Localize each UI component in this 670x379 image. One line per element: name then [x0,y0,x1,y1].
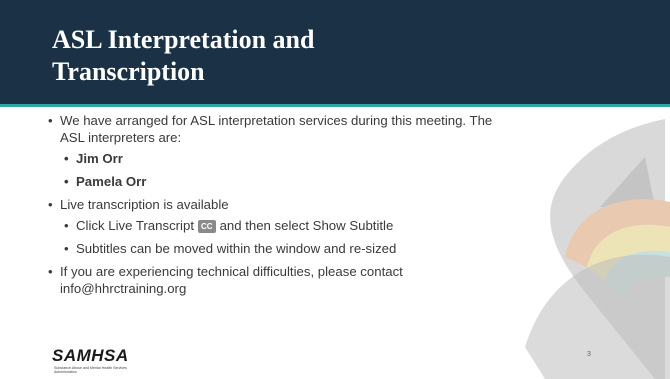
slide: ASL Interpretation and Transcription We … [0,0,670,379]
bullet-tech-support: If you are experiencing technical diffic… [48,263,508,297]
samhsa-wordmark: SAMHSA [52,346,129,365]
closed-caption-icon: CC [198,220,216,233]
bullet-interpreter-2: Pamela Orr [64,173,508,190]
click-suffix-text: and then select Show Subtitle [219,218,394,233]
asl-intro-text: We have arranged for ASL interpretation … [60,113,493,145]
bullet-interpreter-1: Jim Orr [64,150,508,167]
decorative-house-rainbow-graphic [525,107,670,379]
bullet-transcription: Live transcription is available [48,196,508,213]
bullet-asl-intro: We have arranged for ASL interpretation … [48,112,508,146]
click-prefix-text: Click Live Transcript [76,218,194,233]
bullet-subtitles: Subtitles can be moved within the window… [64,240,508,257]
title-bar: ASL Interpretation and Transcription [0,0,670,104]
samhsa-subtitle: Substance Abuse and Mental Health Servic… [54,366,127,374]
slide-content: We have arranged for ASL interpretation … [48,112,508,301]
page-number: 3 [587,351,591,358]
slide-title: ASL Interpretation and Transcription [52,25,315,86]
samhsa-logo: SAMHSA Substance Abuse and Mental Health… [52,346,142,374]
bullet-click-live-transcript: Click Live Transcript CCand then select S… [64,217,508,234]
